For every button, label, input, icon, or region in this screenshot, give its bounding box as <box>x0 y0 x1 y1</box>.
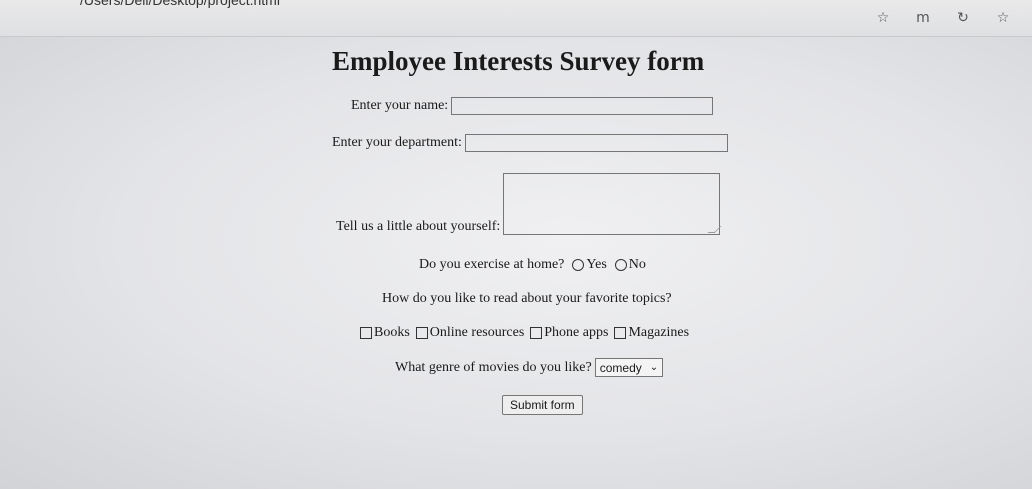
favorite-icon[interactable]: ☆ <box>992 8 1014 28</box>
phone-apps-checkbox[interactable] <box>530 327 543 339</box>
department-row: Enter your department: <box>332 134 728 152</box>
address-bar-url[interactable]: /Users/Dell/Desktop/project.html <box>80 0 280 8</box>
exercise-question: Do you exercise at home? <box>419 257 565 272</box>
genre-select[interactable]: comedy ⌄ <box>594 358 664 377</box>
books-label: Books <box>374 325 410 340</box>
about-row: Tell us a little about yourself: <box>336 173 721 235</box>
books-checkbox[interactable] <box>360 327 372 339</box>
name-row: Enter your name: <box>351 97 714 115</box>
extension-icon[interactable]: m <box>912 8 934 28</box>
exercise-no-label: No <box>628 257 646 272</box>
department-input[interactable] <box>464 134 728 152</box>
read-options-row: Books Online resources Phone apps Magazi… <box>354 325 689 341</box>
genre-selected-value: comedy <box>599 360 642 375</box>
browser-toolbar: /Users/Dell/Desktop/project.html ☆ m ↻ ☆ <box>0 0 1032 37</box>
reader-icon[interactable]: ☆ <box>872 8 894 28</box>
read-question: How do you like to read about your favor… <box>382 291 672 306</box>
page-title: Employee Interests Survey form <box>332 46 705 76</box>
magazines-label: Magazines <box>628 325 690 340</box>
genre-row: What genre of movies do you like? comedy… <box>395 358 664 377</box>
department-label: Enter your department: <box>332 135 462 150</box>
phone-apps-label: Phone apps <box>544 325 609 340</box>
about-label: Tell us a little about yourself: <box>336 219 501 234</box>
refresh-icon[interactable]: ↻ <box>952 8 974 28</box>
genre-question: What genre of movies do you like? <box>395 359 592 375</box>
name-input[interactable] <box>451 97 714 115</box>
exercise-no-radio[interactable] <box>614 259 627 271</box>
submit-button[interactable]: Submit form <box>502 395 583 415</box>
online-resources-label: Online resources <box>429 325 525 340</box>
online-resources-checkbox[interactable] <box>415 327 428 339</box>
toolbar-icons: ☆ m ↻ ☆ <box>872 8 1014 28</box>
magazines-checkbox[interactable] <box>614 327 627 339</box>
exercise-yes-label: Yes <box>586 257 607 272</box>
name-label: Enter your name: <box>351 98 449 113</box>
page-content: Employee Interests Survey form Enter you… <box>0 37 1032 489</box>
chevron-down-icon: ⌄ <box>649 362 659 373</box>
read-question-row: How do you like to read about your favor… <box>382 291 672 307</box>
about-textarea[interactable] <box>503 173 721 235</box>
exercise-yes-radio[interactable] <box>572 259 585 271</box>
exercise-row: Do you exercise at home? Yes No <box>419 257 646 273</box>
